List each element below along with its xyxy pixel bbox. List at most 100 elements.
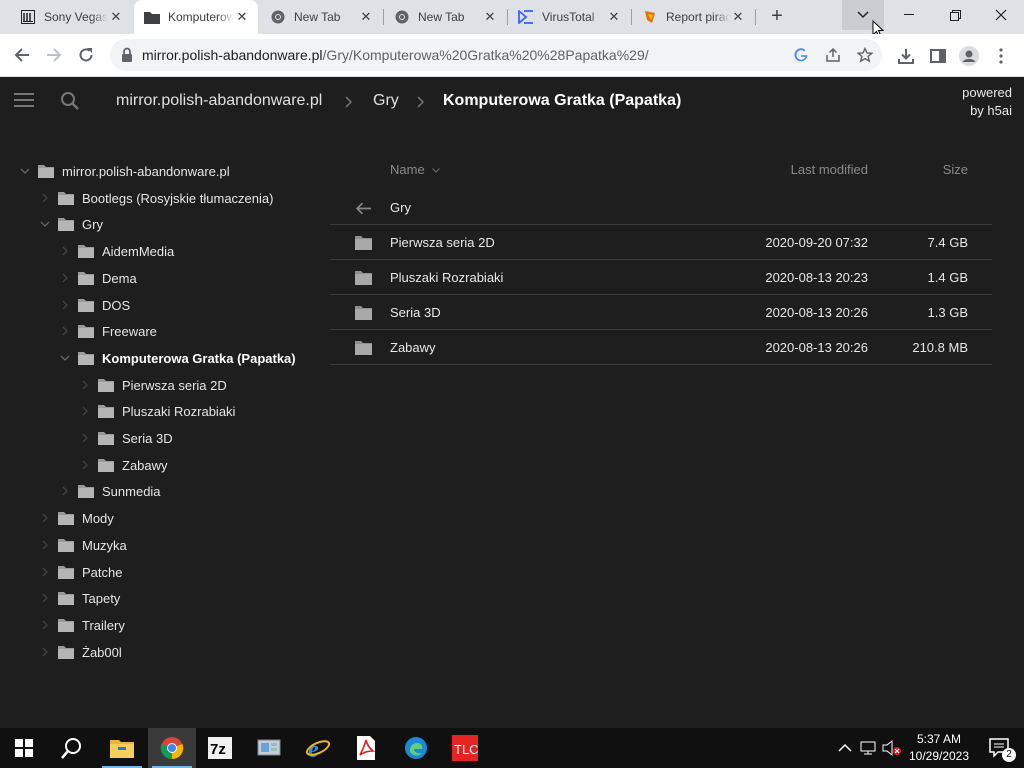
- back-button[interactable]: [8, 41, 36, 69]
- action-center-button[interactable]: 2: [976, 728, 1024, 768]
- tree-item[interactable]: Dema: [58, 265, 137, 291]
- chevron-right-icon[interactable]: [58, 484, 72, 498]
- tree-item[interactable]: Gry: [38, 211, 103, 237]
- tree-item[interactable]: Pierwsza seria 2D: [78, 372, 227, 398]
- chevron-right-icon[interactable]: [38, 538, 52, 552]
- listing-row[interactable]: Zabawy 2020-08-13 20:26 210.8 MB: [330, 330, 992, 365]
- close-icon[interactable]: ✕: [358, 9, 374, 25]
- close-icon[interactable]: ✕: [234, 9, 250, 25]
- chrome-taskbar-button[interactable]: [148, 728, 196, 768]
- tab-virustotal[interactable]: VirusTotal ✕: [508, 0, 630, 34]
- listing-row[interactable]: Pierwsza seria 2D 2020-09-20 07:32 7.4 GB: [330, 225, 992, 260]
- tree-item[interactable]: Pluszaki Rozrabiaki: [78, 398, 235, 424]
- breadcrumb-gry[interactable]: Gry: [373, 92, 399, 110]
- tree-item[interactable]: Freeware: [58, 318, 157, 344]
- search-taskbar-button[interactable]: [48, 728, 96, 768]
- tab-komputerowa-gratka[interactable]: Komputerowa Gratka ✕: [134, 0, 258, 34]
- control-panel-button[interactable]: [245, 728, 293, 768]
- chrome-menu-button[interactable]: [990, 45, 1012, 67]
- 7zip-button[interactable]: 7z: [196, 728, 244, 768]
- column-last-modified[interactable]: Last modified: [791, 162, 868, 177]
- profile-button[interactable]: [958, 45, 980, 67]
- edge-button[interactable]: [392, 728, 440, 768]
- chevron-down-icon[interactable]: [18, 164, 32, 178]
- tlc-button[interactable]: TLC: [441, 728, 489, 768]
- search-icon[interactable]: [60, 91, 80, 111]
- chevron-down-icon[interactable]: [38, 217, 52, 231]
- bookmark-button[interactable]: [855, 45, 875, 65]
- file-explorer-button[interactable]: [98, 728, 146, 768]
- chevron-right-icon[interactable]: [58, 271, 72, 285]
- close-icon[interactable]: ✕: [108, 9, 124, 25]
- tree-item[interactable]: Tapety: [38, 585, 120, 611]
- chevron-right-icon[interactable]: [78, 378, 92, 392]
- close-icon[interactable]: ✕: [606, 9, 622, 25]
- tab-report-piracy[interactable]: Report piracy ✕: [632, 0, 754, 34]
- acrobat-button[interactable]: [342, 728, 390, 768]
- tab-new-tab-1[interactable]: New Tab ✕: [260, 0, 382, 34]
- sort-chevron-icon: [432, 168, 441, 173]
- item-name: Pluszaki Rozrabiaki: [390, 270, 504, 285]
- menu-icon[interactable]: [14, 92, 34, 108]
- tab-sony-vegas[interactable]: Sony Vegas ✕: [10, 0, 132, 34]
- breadcrumb-current[interactable]: Komputerowa Gratka (Papatka): [443, 92, 681, 110]
- tree-item[interactable]: Patche: [38, 559, 122, 585]
- tree-item[interactable]: Zabawy: [78, 452, 168, 478]
- close-window-button[interactable]: [978, 0, 1024, 30]
- close-icon[interactable]: ✕: [482, 9, 498, 25]
- column-name[interactable]: Name: [390, 162, 441, 177]
- chevron-right-icon[interactable]: [58, 298, 72, 312]
- arrow-left-icon: [14, 48, 29, 62]
- tree-item[interactable]: Sunmedia: [58, 478, 161, 504]
- tree-item[interactable]: Muzyka: [38, 532, 127, 558]
- tree-item[interactable]: Seria 3D: [78, 425, 173, 451]
- google-lens-button[interactable]: [791, 45, 811, 65]
- chevron-right-icon[interactable]: [78, 458, 92, 472]
- tree-item[interactable]: mirror.polish-abandonware.pl: [18, 158, 230, 184]
- start-button[interactable]: [0, 728, 48, 768]
- parent-folder-row[interactable]: Gry: [330, 190, 992, 225]
- chevron-right-icon[interactable]: [38, 618, 52, 632]
- share-button[interactable]: [823, 45, 843, 65]
- column-size[interactable]: Size: [943, 162, 968, 177]
- tree-item[interactable]: Bootlegs (Rosyjskie tłumaczenia): [38, 185, 273, 211]
- chevron-down-icon[interactable]: [58, 351, 72, 365]
- chevron-right-icon[interactable]: [78, 431, 92, 445]
- tree-item[interactable]: Mody: [38, 505, 114, 531]
- tree-item[interactable]: Komputerowa Gratka (Papatka): [58, 345, 296, 371]
- chevron-right-icon[interactable]: [38, 191, 52, 205]
- tree-item[interactable]: AidemMedia: [58, 238, 174, 264]
- listing-row[interactable]: Pluszaki Rozrabiaki 2020-08-13 20:23 1.4 G…: [330, 260, 992, 295]
- side-panel-button[interactable]: [927, 45, 949, 67]
- downloads-button[interactable]: [895, 45, 917, 67]
- tree-item-label: Gry: [82, 216, 103, 232]
- minimize-button[interactable]: [886, 0, 932, 30]
- new-tab-button[interactable]: +: [766, 5, 788, 27]
- internet-explorer-button[interactable]: e: [294, 728, 342, 768]
- chevron-up-icon[interactable]: [838, 743, 852, 753]
- powered-by-h5ai[interactable]: powered by h5ai: [962, 84, 1012, 120]
- chevron-right-icon[interactable]: [58, 244, 72, 258]
- listing-row[interactable]: Seria 3D 2020-08-13 20:26 1.3 GB: [330, 295, 992, 330]
- tree-item-label: Bootlegs (Rosyjskie tłumaczenia): [82, 190, 274, 206]
- address-bar[interactable]: mirror.polish-abandonware.pl/Gry/Kompute…: [110, 39, 882, 71]
- close-icon[interactable]: ✕: [730, 9, 746, 25]
- breadcrumb-root[interactable]: mirror.polish-abandonware.pl: [116, 92, 322, 110]
- tree-item[interactable]: Trailery: [38, 612, 125, 638]
- network-icon[interactable]: [860, 741, 876, 755]
- reload-button[interactable]: [72, 41, 100, 69]
- chevron-right-icon[interactable]: [58, 324, 72, 338]
- forward-button[interactable]: [40, 41, 68, 69]
- tab-new-tab-2[interactable]: New Tab ✕: [384, 0, 506, 34]
- tree-item[interactable]: Żab00l: [38, 639, 122, 665]
- chevron-right-icon[interactable]: [38, 511, 52, 525]
- chevron-right-icon[interactable]: [78, 404, 92, 418]
- taskbar-clock[interactable]: 5:37 AM 10/29/2023: [898, 731, 980, 765]
- tree-item[interactable]: DOS: [58, 292, 130, 318]
- chevron-right-icon[interactable]: [38, 591, 52, 605]
- folder-icon: [78, 324, 94, 338]
- restore-button[interactable]: [932, 0, 978, 30]
- chevron-right-icon[interactable]: [38, 565, 52, 579]
- svg-text:e: e: [308, 737, 319, 761]
- chevron-right-icon[interactable]: [38, 645, 52, 659]
